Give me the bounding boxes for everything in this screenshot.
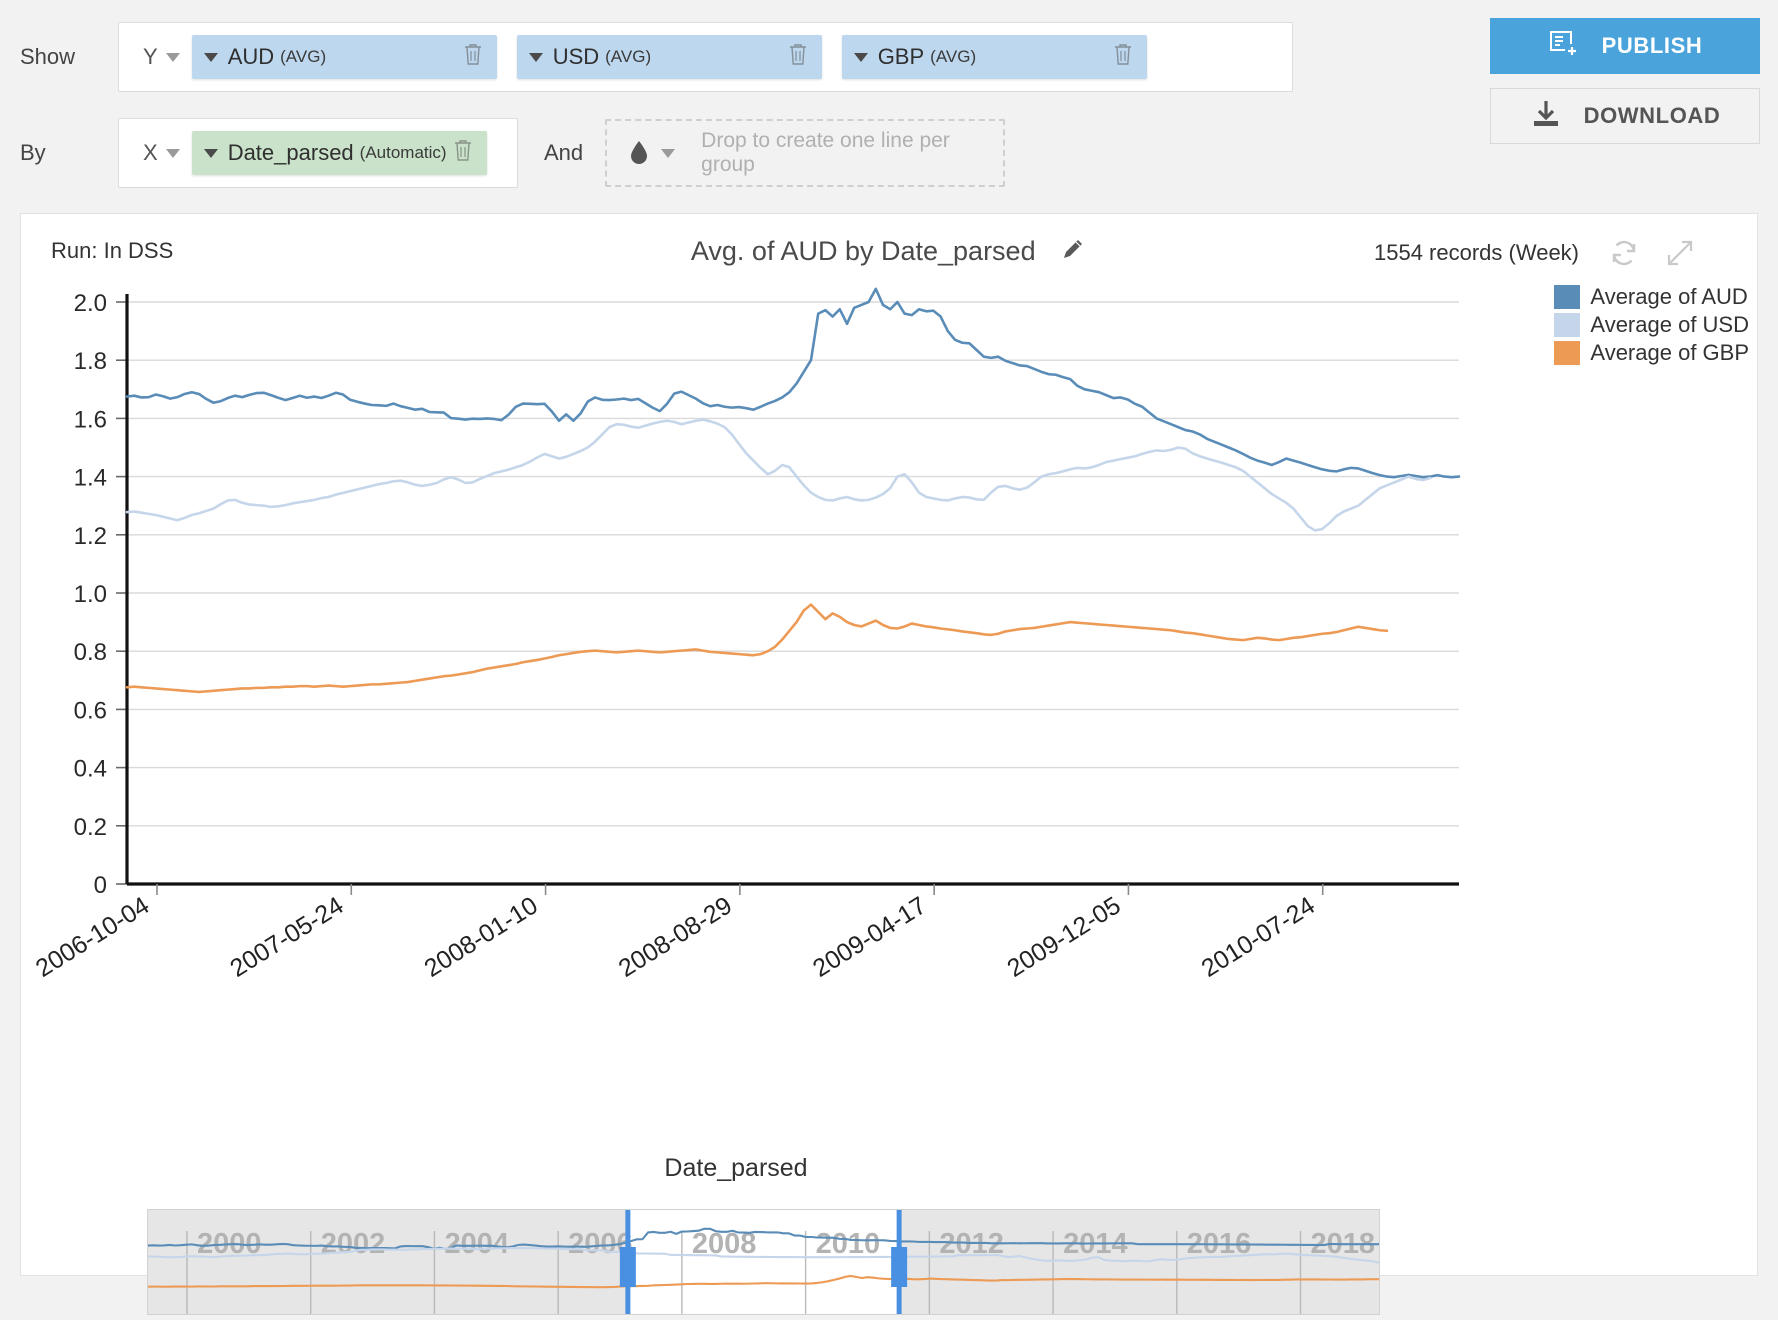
legend-label-gbp: Average of GBP [1590, 340, 1749, 365]
group-dropzone[interactable]: Drop to create one line per group [605, 119, 1006, 187]
dimension-chip-date-parsed[interactable]: Date_parsed (Automatic) [191, 131, 487, 175]
dropzone-placeholder: Drop to create one line per group [701, 129, 950, 176]
legend-item-gbp[interactable]: Average of GBP [1554, 340, 1749, 366]
publish-button[interactable]: PUBLISH [1490, 18, 1760, 74]
chevron-down-icon [165, 52, 180, 62]
chart-title-text: Avg. of AUD by Date_parsed [690, 236, 1036, 266]
download-label: DOWNLOAD [1583, 103, 1721, 128]
navigator-year-label: 2004 [444, 1228, 509, 1260]
legend-item-usd[interactable]: Average of USD [1554, 312, 1749, 338]
show-label: Show [20, 44, 76, 69]
navigator-handle-start[interactable] [619, 1247, 636, 1287]
y-tick-label: 1.6 [74, 406, 107, 433]
series-line-usd [125, 418, 1432, 532]
legend-label-usd: Average of USD [1590, 312, 1749, 337]
expand-icon[interactable] [1665, 238, 1695, 273]
measure-chip-usd[interactable]: USD (AVG) [516, 35, 822, 79]
x-tick-label: 2009-12-05 [1002, 891, 1125, 983]
measure-name: AUD [227, 44, 275, 69]
chart-svg: 0 0.2 0.4 0.6 0.8 1.0 1.2 1.4 1.6 1.8 2.0 2006-10-0… [31, 287, 1461, 983]
legend-label-aud: Average of AUD [1590, 284, 1748, 309]
y-tick-label: 0.2 [74, 814, 107, 841]
y-tick-label: 1.8 [74, 348, 107, 375]
measure-chip-gbp[interactable]: GBP (AVG) [841, 35, 1147, 79]
y-tick-label: 1.0 [74, 581, 107, 608]
droplet-icon [629, 140, 649, 166]
chevron-down-icon[interactable] [661, 148, 676, 158]
measure-name: USD [552, 44, 600, 69]
download-button[interactable]: DOWNLOAD [1490, 88, 1760, 144]
pencil-icon[interactable] [1059, 240, 1087, 270]
publish-label: PUBLISH [1601, 33, 1703, 58]
publish-icon [1548, 28, 1580, 65]
y-tick-label: 0 [94, 872, 107, 899]
y-axis-tag-label: Y [143, 44, 158, 69]
x-tick-label: 2008-01-10 [419, 891, 542, 983]
show-row: Show Y AUD (AVG) USD (AVG) GBP (AVG) [0, 22, 1293, 92]
legend-swatch-aud [1554, 285, 1581, 309]
x-tick-label: 2006-10-04 [31, 891, 154, 983]
delete-icon[interactable] [461, 41, 485, 73]
visual-recipe-screen: Show Y AUD (AVG) USD (AVG) GBP (AVG) By … [0, 0, 1778, 1315]
measure-agg: (AVG) [930, 47, 977, 66]
x-tick-label: 2007-05-24 [225, 891, 348, 983]
y-tick-label: 1.2 [74, 523, 107, 550]
measure-name: GBP [877, 44, 925, 69]
delete-icon[interactable] [786, 41, 810, 73]
by-row: By X Date_parsed (Automatic) And Drop to… [0, 118, 1006, 188]
delete-icon[interactable] [451, 137, 475, 169]
y-axis-selector[interactable]: Y [129, 44, 192, 70]
x-tick-label: 2010-07-24 [1197, 891, 1320, 983]
and-label: And [544, 140, 584, 165]
legend-swatch-usd [1554, 313, 1581, 337]
delete-icon[interactable] [1111, 41, 1135, 73]
x-axis-tag-label: X [143, 140, 158, 165]
series-line-gbp [125, 603, 1389, 694]
x-tick-label: 2008-08-29 [614, 891, 737, 983]
dimension-agg: (Automatic) [359, 143, 447, 162]
series-line-aud [125, 287, 1461, 479]
y-axis-dropwell[interactable]: Y AUD (AVG) USD (AVG) GBP (AVG) [118, 22, 1293, 92]
y-tick-label: 0.6 [74, 697, 107, 724]
navigator-handle-end[interactable] [891, 1247, 908, 1287]
y-tick-label: 1.4 [74, 465, 107, 492]
x-axis-title: Date_parsed [664, 1154, 808, 1182]
chevron-down-icon[interactable] [203, 148, 218, 158]
download-icon [1530, 98, 1562, 135]
chevron-down-icon[interactable] [853, 52, 868, 62]
chevron-down-icon [165, 148, 180, 158]
dimension-name: Date_parsed [227, 140, 354, 165]
record-count-label: 1554 records (Week) [1373, 240, 1579, 265]
y-tick-label: 2.0 [74, 290, 107, 317]
measure-chip-aud[interactable]: AUD (AVG) [191, 35, 497, 79]
by-label: By [20, 140, 46, 165]
navigator-year-label: 2010 [816, 1228, 881, 1260]
measure-agg: (AVG) [280, 47, 327, 66]
line-chart-plot: 0 0.2 0.4 0.6 0.8 1.0 1.2 1.4 1.6 1.8 2.0 2006-10-0… [21, 274, 1541, 1074]
y-tick-label: 0.4 [74, 756, 107, 783]
x-axis-selector[interactable]: X [129, 140, 192, 166]
chart-legend: Average of AUD Average of USD Average of… [1554, 284, 1749, 368]
chevron-down-icon[interactable] [203, 52, 218, 62]
legend-swatch-gbp [1554, 341, 1581, 365]
refresh-icon[interactable] [1609, 238, 1639, 273]
y-tick-label: 0.8 [74, 639, 107, 666]
x-tick-label: 2009-04-17 [808, 891, 931, 983]
x-axis-dropwell[interactable]: X Date_parsed (Automatic) [118, 118, 518, 188]
chevron-down-icon[interactable] [528, 52, 543, 62]
chart-card: Run: In DSS Avg. of AUD by Date_parsed 1… [20, 213, 1758, 1315]
measure-agg: (AVG) [605, 47, 652, 66]
legend-item-aud[interactable]: Average of AUD [1554, 284, 1749, 310]
navigator-year-label: 2002 [321, 1228, 386, 1260]
chart-header-icons [1609, 238, 1695, 273]
range-navigator[interactable]: 2000 2002 2004 2006 2008 2010 2012 2014 2016 2018 [146, 1209, 1381, 1315]
navigator-svg[interactable]: 2000 2002 2004 2006 2008 2010 2012 2014 2016 2018 [146, 1209, 1381, 1315]
